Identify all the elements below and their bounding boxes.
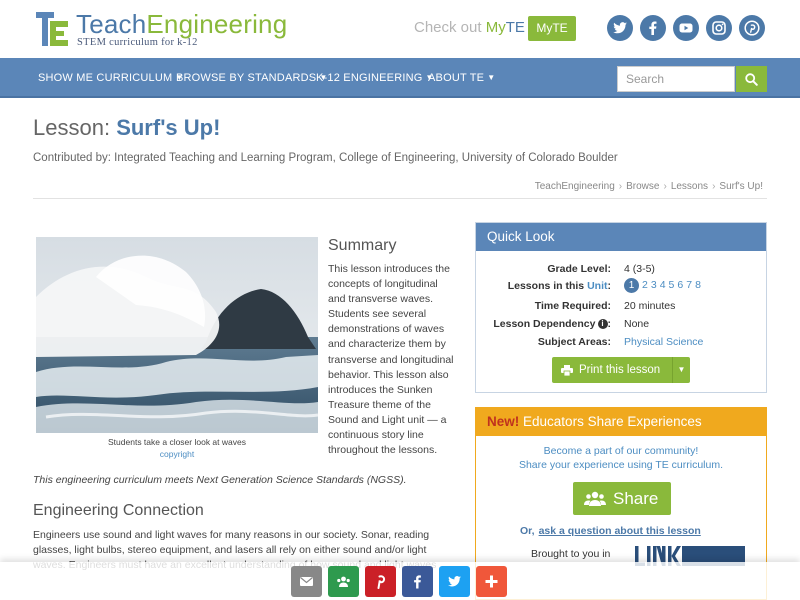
lesson-dependency-label: Lesson Dependency i:: [493, 318, 611, 330]
unit-lesson-current: 1: [624, 278, 639, 293]
pinterest-icon: [744, 20, 760, 36]
facebook-icon: [414, 575, 421, 589]
page-title: Lesson: Surf's Up!: [33, 115, 221, 140]
youtube-icon: [679, 23, 693, 33]
unit-lesson-link[interactable]: 6: [677, 279, 683, 291]
print-options-dropdown[interactable]: ▼: [672, 357, 690, 383]
image-caption: Students take a closer look at waves: [108, 437, 246, 447]
share-classroom-button[interactable]: [328, 566, 359, 597]
subject-areas-link[interactable]: Physical Science: [624, 336, 703, 348]
unit-lesson-link[interactable]: 8: [695, 279, 701, 291]
lessons-in-unit-label: Lessons in this Unit:: [507, 280, 611, 292]
search-input[interactable]: [617, 66, 735, 92]
unit-lesson-link[interactable]: 3: [651, 279, 657, 291]
print-lesson-label: Print this lesson: [579, 364, 661, 376]
lesson-dependency-value: None: [624, 318, 650, 330]
printer-icon: [561, 365, 573, 376]
quick-look-heading: Quick Look: [476, 223, 766, 251]
breadcrumb-home[interactable]: TeachEngineering: [535, 181, 615, 192]
share-panel-heading: New! Educators Share Experiences: [476, 408, 766, 436]
unit-lesson-pager: 12345678: [624, 278, 704, 293]
nav-k12-engineering[interactable]: K-12 ENGINEERING ▼: [316, 72, 434, 84]
wave-photo[interactable]: [36, 237, 318, 433]
contributed-by: Contributed by: Integrated Teaching and …: [33, 152, 618, 164]
pinterest-button[interactable]: [739, 15, 765, 41]
nav-show-me-curriculum[interactable]: SHOW ME CURRICULUM ▼: [38, 72, 184, 84]
divider: [33, 198, 767, 199]
share-facebook-button[interactable]: [402, 566, 433, 597]
share-button-label: Share: [613, 489, 659, 508]
brought-to-you-text: Brought to you in: [531, 548, 611, 560]
quick-look-panel: Quick Look Grade Level: 4 (3-5) Lessons …: [475, 222, 767, 393]
breadcrumb-current: Surf's Up!: [719, 181, 763, 192]
te-logo-icon: [36, 12, 68, 46]
chevron-down-icon: ▼: [487, 73, 496, 82]
logo-wordmark: TeachEngineering: [76, 9, 288, 39]
share-email-button[interactable]: [291, 566, 322, 597]
unit-lesson-link[interactable]: 7: [686, 279, 692, 291]
unit-link[interactable]: Unit: [587, 280, 607, 292]
unit-lesson-link[interactable]: 4: [660, 279, 666, 291]
breadcrumb-browse[interactable]: Browse: [626, 181, 659, 192]
info-icon[interactable]: i: [597, 319, 608, 329]
facebook-icon: [649, 21, 657, 35]
nav-about-te[interactable]: ABOUT TE ▼: [428, 72, 495, 84]
ngss-note: This engineering curriculum meets Next G…: [33, 474, 407, 486]
time-required-label: Time Required:: [534, 300, 611, 312]
search-icon: [745, 73, 758, 86]
grade-level-label: Grade Level:: [547, 263, 611, 275]
share-experience-text: Share your experience using TE curriculu…: [518, 459, 724, 471]
time-required-value: 20 minutes: [624, 300, 676, 312]
twitter-icon: [613, 22, 627, 34]
chevron-right-icon: ›: [712, 181, 716, 192]
plus-icon: [485, 575, 498, 588]
ask-question-link[interactable]: ask a question about this lesson: [539, 525, 701, 537]
facebook-button[interactable]: [640, 15, 666, 41]
site-header: TeachEngineering STEM curriculum for k-1…: [0, 0, 800, 58]
ask-question-line: Or, ask a question about this lesson: [520, 525, 701, 537]
summary-text: This lesson introduces the concepts of l…: [328, 263, 454, 457]
nav-browse-by-standards[interactable]: BROWSE BY STANDARDS ▼: [176, 72, 327, 84]
floating-share-bar: [0, 562, 800, 600]
twitter-button[interactable]: [607, 15, 633, 41]
breadcrumb-lessons[interactable]: Lessons: [671, 181, 708, 192]
chevron-right-icon: ›: [618, 181, 623, 192]
share-pinterest-button[interactable]: [365, 566, 396, 597]
email-icon: [300, 577, 313, 586]
share-button[interactable]: Share: [573, 482, 671, 515]
search-button[interactable]: [736, 66, 767, 92]
print-lesson-button[interactable]: Print this lesson ▼: [552, 357, 690, 383]
grade-level-value: 4 (3-5): [624, 263, 655, 275]
classroom-icon: [337, 576, 350, 587]
users-icon: [584, 491, 606, 506]
unit-lesson-link[interactable]: 5: [669, 279, 675, 291]
youtube-button[interactable]: [673, 15, 699, 41]
twitter-icon: [447, 576, 462, 587]
instagram-button[interactable]: [706, 15, 732, 41]
pinterest-icon: [377, 575, 386, 589]
logo-tagline: STEM curriculum for k-12: [77, 37, 198, 48]
myte-button[interactable]: MyTE: [528, 16, 576, 41]
copyright-link[interactable]: copyright: [36, 449, 318, 459]
summary-heading: Summary: [328, 237, 397, 254]
engineering-connection-heading: Engineering Connection: [33, 502, 204, 519]
checkout-myte-text: Check out MyTE: [414, 19, 525, 36]
subject-areas-label: Subject Areas:: [537, 336, 611, 348]
teachengineering-logo[interactable]: TeachEngineering STEM curriculum for k-1…: [36, 9, 296, 50]
chevron-right-icon: ›: [663, 181, 667, 192]
share-more-button[interactable]: [476, 566, 507, 597]
community-text: Become a part of our community!: [543, 445, 699, 457]
share-twitter-button[interactable]: [439, 566, 470, 597]
breadcrumb: TeachEngineering › Browse › Lessons › Surf's U…: [535, 181, 763, 192]
instagram-icon: [712, 21, 726, 35]
unit-lesson-link[interactable]: 2: [642, 279, 648, 291]
